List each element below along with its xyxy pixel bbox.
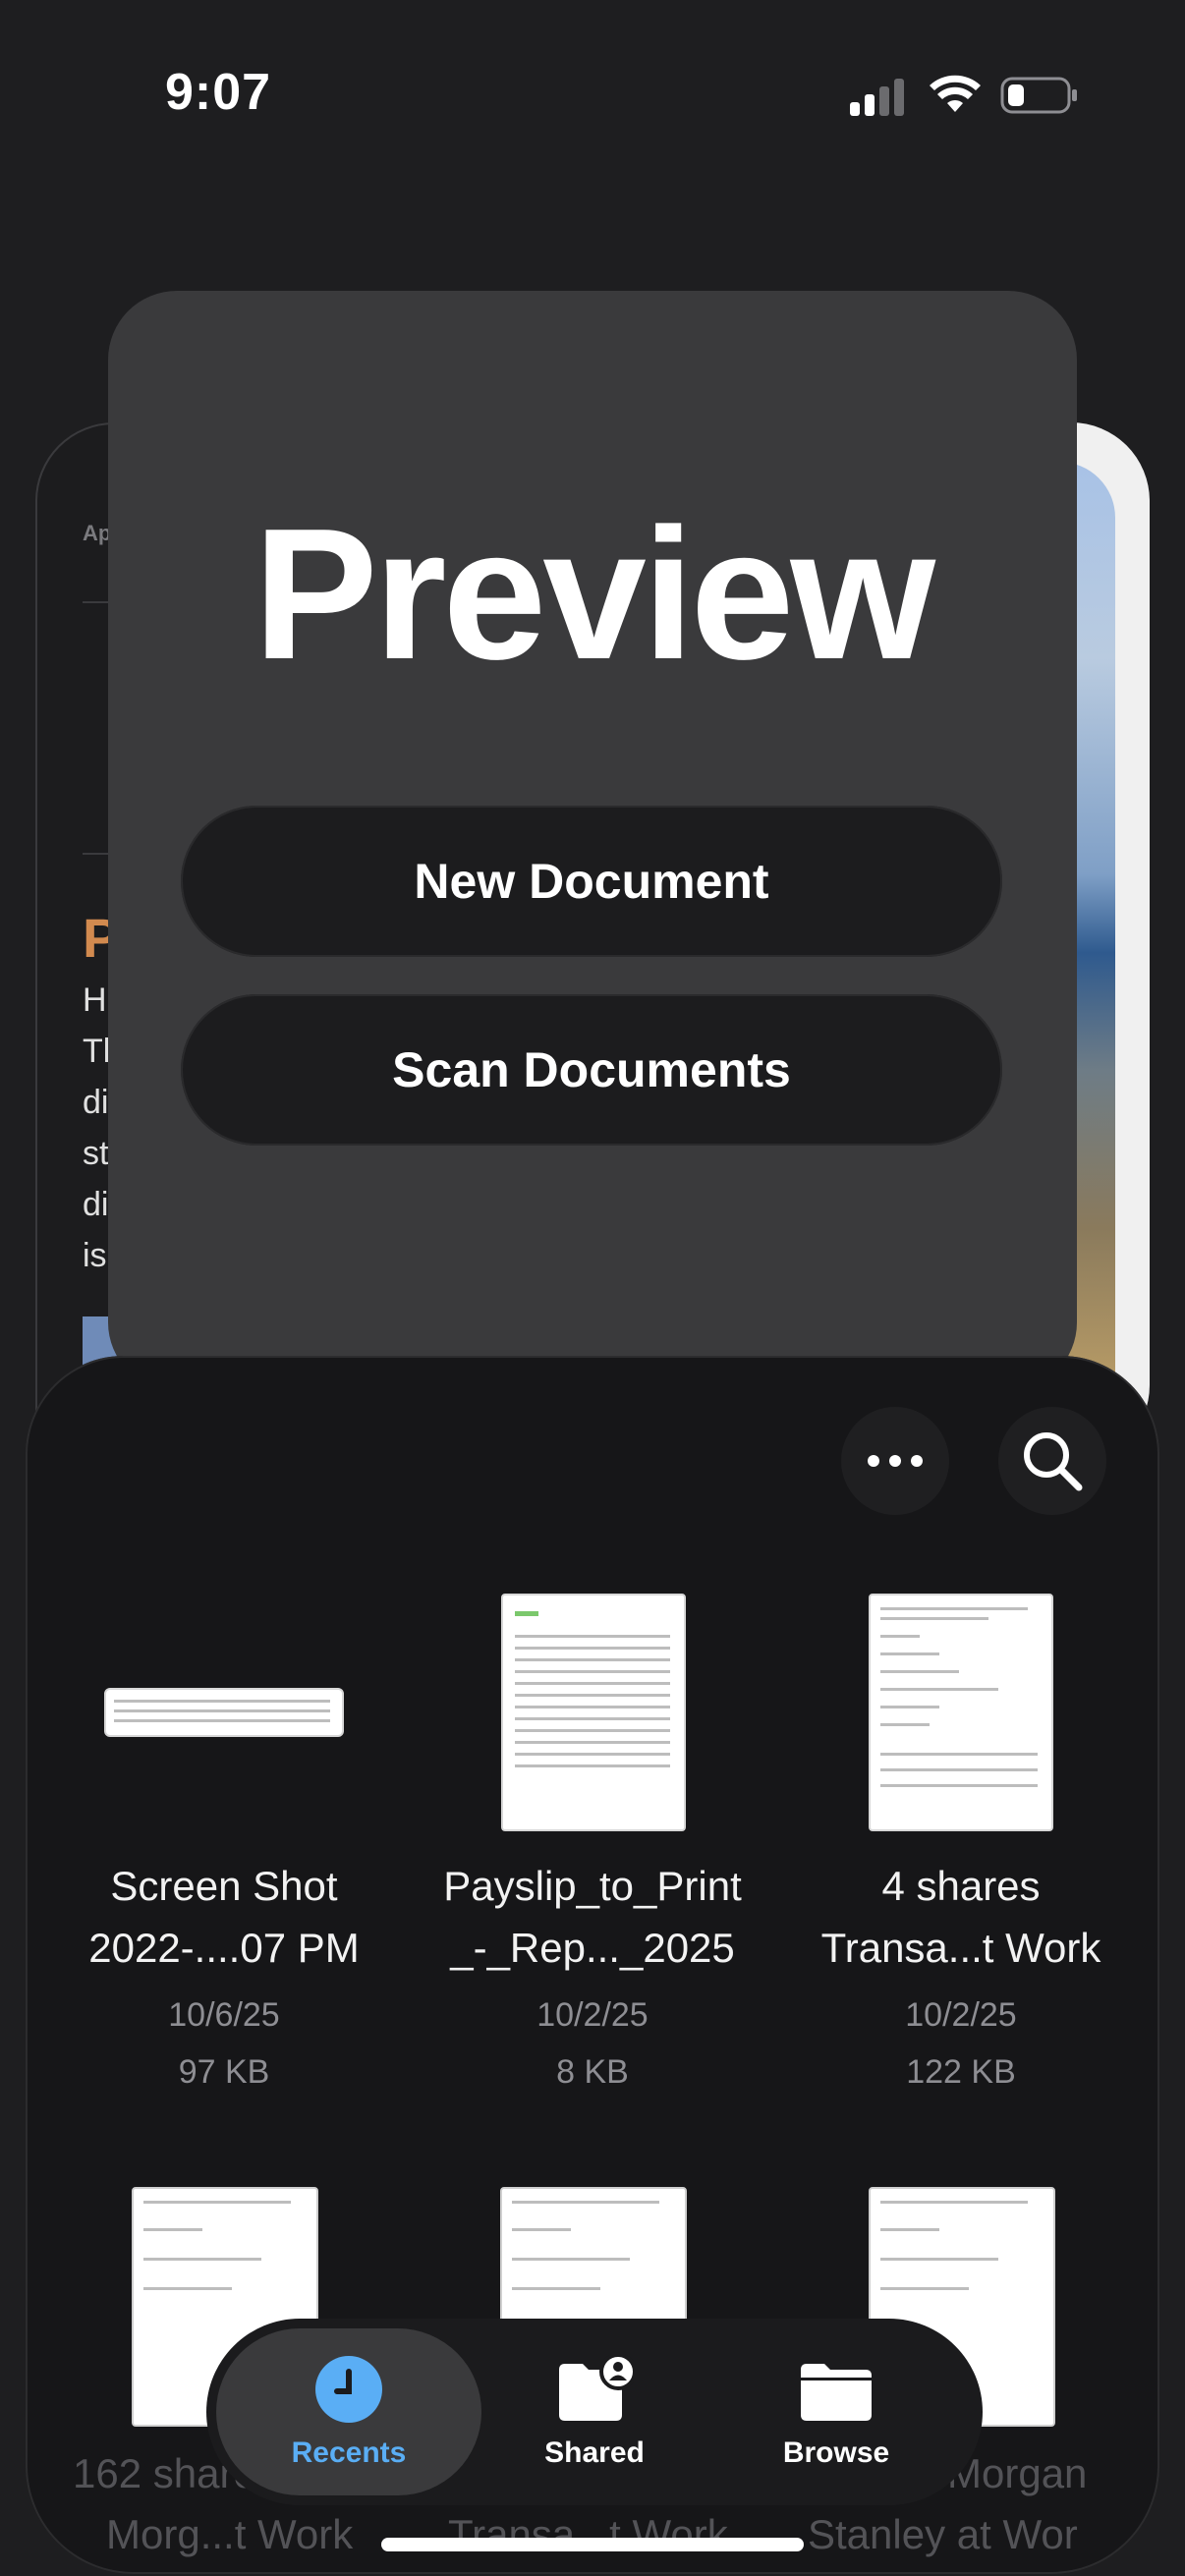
file-date: 10/2/25 xyxy=(536,1996,649,2034)
file-size: 97 KB xyxy=(178,2053,270,2091)
tab-browse[interactable]: Browse xyxy=(704,2319,969,2505)
cellular-signal-icon xyxy=(850,79,904,116)
more-button[interactable] xyxy=(841,1407,949,1515)
tab-bar: Recents Shared Browse xyxy=(206,2319,983,2505)
bg-card-header: Ap xyxy=(83,521,112,545)
wifi-icon xyxy=(930,75,981,112)
tab-label: Shared xyxy=(544,2436,645,2469)
tab-label: Browse xyxy=(782,2436,890,2469)
search-button[interactable] xyxy=(998,1407,1106,1515)
status-bar: 9:07 xyxy=(0,0,1185,187)
ellipsis-icon xyxy=(868,1455,923,1467)
shared-folder-icon xyxy=(559,2354,634,2421)
file-size: 122 KB xyxy=(906,2053,1016,2091)
tab-label: Recents xyxy=(291,2436,407,2469)
file-size: 8 KB xyxy=(556,2053,629,2091)
file-name: Morg...t Work xyxy=(106,2511,354,2557)
file-date: 10/6/25 xyxy=(168,1996,280,2034)
file-name: 4 shares Transa...t Work xyxy=(820,1863,1101,1971)
preview-launcher-card: Preview New Document Scan Documents xyxy=(108,291,1077,1391)
file-thumbnail xyxy=(425,1592,760,1837)
new-document-button[interactable]: New Document xyxy=(181,806,1002,957)
file-name: Payslip_to_Print _-_Rep..._2025 xyxy=(443,1863,742,1971)
folder-icon xyxy=(801,2364,872,2421)
search-icon xyxy=(1024,1432,1083,1491)
file-thumbnail xyxy=(794,1592,1128,1837)
battery-icon xyxy=(1000,77,1077,114)
app-title: Preview xyxy=(253,490,935,699)
tab-shared[interactable]: Shared xyxy=(462,2319,727,2505)
file-date: 10/2/25 xyxy=(905,1996,1017,2034)
bg-card-text: H Tl di st di is xyxy=(83,981,111,1274)
status-time: 9:07 xyxy=(165,64,272,121)
home-indicator[interactable] xyxy=(381,2538,804,2551)
file-thumbnail xyxy=(57,1592,391,1837)
clock-icon xyxy=(315,2356,382,2423)
file-name: Stanley at Wor xyxy=(808,2511,1078,2557)
file-name: Screen Shot 2022-....07 PM xyxy=(88,1863,360,1971)
tab-recents[interactable]: Recents xyxy=(216,2319,481,2505)
scan-documents-button[interactable]: Scan Documents xyxy=(181,994,1002,1146)
